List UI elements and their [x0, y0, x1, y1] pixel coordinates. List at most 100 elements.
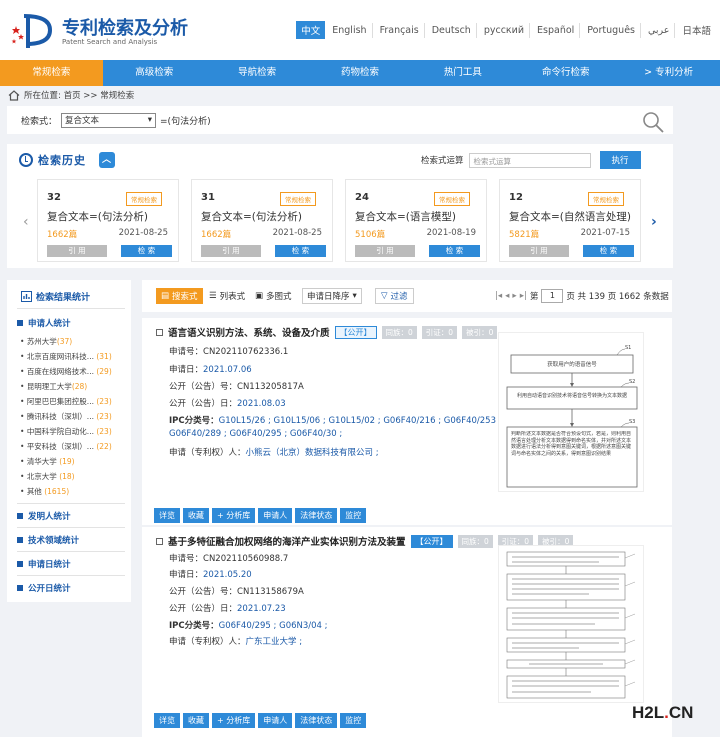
view-search-tab[interactable]: ▤ 搜索式	[156, 288, 203, 304]
history-op-input[interactable]: 检索式运算	[468, 152, 591, 168]
applicant-button[interactable]: 申请人	[258, 713, 293, 728]
app-no-label: 申请号：	[169, 347, 204, 357]
view-list-label: 列表式	[219, 292, 246, 302]
search-mode-select[interactable]: 复合文本 ▾	[61, 112, 157, 128]
search-button[interactable]: 检 索	[275, 245, 326, 257]
result-checkbox[interactable]	[156, 537, 163, 545]
favorite-button[interactable]: 收藏	[183, 508, 209, 523]
chevron-right-icon[interactable]: ›	[651, 214, 657, 230]
breadcrumb: 所在位置: 首页 >> 常规检索	[8, 89, 134, 101]
applicant-value[interactable]: 广东工业大学 ;	[246, 637, 303, 647]
view-list-tab[interactable]: ☰ 列表式	[204, 288, 250, 304]
search-button[interactable]: 检 索	[583, 245, 634, 257]
result-title[interactable]: 基于多特征融合加权网络的海洋产业实体识别方法及装置	[168, 534, 406, 548]
pub-date-value[interactable]: 2021.07.23	[237, 604, 286, 614]
inventor-stats-toggle[interactable]: 发明人统计	[17, 510, 71, 522]
applicant-item[interactable]: • 苏州大学(37)	[20, 336, 72, 347]
applicant-value[interactable]: 小熊云（北京）数据科技有限公司 ;	[246, 448, 379, 458]
applicant-item[interactable]: • 平安科技（深圳）... (22)	[20, 441, 112, 452]
nav-advanced-search[interactable]: 高级检索	[103, 60, 206, 86]
search-button[interactable]: 检 索	[121, 245, 172, 257]
applicant-count: (1615)	[44, 487, 70, 496]
execute-button[interactable]: 执行	[599, 151, 641, 169]
view-image-tab[interactable]: ▣ 多图式	[250, 288, 297, 304]
monitor-button[interactable]: 监控	[340, 713, 367, 728]
sort-select[interactable]: 申请日降序 ▾	[302, 288, 362, 304]
search-icon[interactable]	[641, 110, 665, 134]
app-date-value[interactable]: 2021.07.06	[203, 365, 252, 375]
site-brand[interactable]: 专利检索及分析	[62, 14, 188, 40]
legal-status-button[interactable]: 法律状态	[295, 713, 338, 728]
pub-date-value[interactable]: 2021.08.03	[237, 399, 286, 409]
ipc-value[interactable]: G10L15/26 ; G10L15/06 ; G10L15/02 ; G06F…	[219, 416, 502, 426]
detail-button[interactable]: 详览	[154, 508, 180, 523]
lang-portuguese[interactable]: Português	[582, 22, 641, 38]
lang-chinese[interactable]: 中文	[296, 21, 326, 39]
cite-button[interactable]: 引 用	[355, 245, 415, 257]
patent-figure[interactable]	[498, 545, 644, 703]
applicant-item[interactable]: • 北京大学 (18)	[20, 471, 75, 482]
pub-date-stats-toggle[interactable]: 公开日统计	[17, 582, 71, 594]
nav-patent-analysis[interactable]: > 专利分析	[617, 60, 720, 86]
cite-button[interactable]: 引 用	[47, 245, 107, 257]
applicant-item[interactable]: • 北京百度网讯科技... (31)	[20, 351, 112, 362]
add-analysis-button[interactable]: + 分析库	[212, 713, 256, 728]
applicant-count: (23)	[96, 412, 112, 421]
page-input[interactable]: 1	[541, 289, 564, 303]
history-tag: 常规检索	[434, 192, 470, 206]
chevron-left-icon[interactable]: ‹	[23, 214, 29, 230]
applicant-item[interactable]: • 腾讯科技（深圳）... (23)	[20, 411, 112, 422]
app-date-stats-toggle[interactable]: 申请日统计	[17, 558, 71, 570]
nav-drug-search[interactable]: 药物检索	[309, 60, 412, 86]
applicant-button[interactable]: 申请人	[258, 508, 293, 523]
search-button[interactable]: 检 索	[429, 245, 480, 257]
lang-english[interactable]: English	[327, 22, 373, 38]
applicant-item[interactable]: • 清华大学 (19)	[20, 456, 75, 467]
result-checkbox[interactable]	[156, 328, 163, 336]
monitor-button[interactable]: 监控	[340, 508, 367, 523]
lang-russian[interactable]: русский	[479, 22, 531, 38]
lang-german[interactable]: Deutsch	[427, 22, 477, 38]
result-title[interactable]: 语言语义识别方法、系统、设备及介质	[168, 325, 330, 339]
ipc-value[interactable]: G06F40/295 ; G06N3/04 ;	[219, 621, 328, 631]
ipc-value[interactable]: G06F40/289 ; G06F40/295 ; G06F40/30 ;	[169, 429, 342, 439]
cite-button[interactable]: 引 用	[509, 245, 569, 257]
applicant-item[interactable]: • 昆明理工大学(28)	[20, 381, 87, 392]
lang-arabic[interactable]: عربي	[643, 22, 676, 38]
applicant-item[interactable]: • 百度在线网络技术... (29)	[20, 366, 112, 377]
search-query-hint[interactable]: =(句法分析)	[160, 114, 211, 127]
applicant-count: (22)	[96, 442, 112, 451]
last-page-icon[interactable]: ▸|	[520, 291, 527, 301]
applicant-item[interactable]: • 其他 (1615)	[20, 486, 69, 497]
lang-spanish[interactable]: Español	[532, 22, 581, 38]
cite-button[interactable]: 引 用	[201, 245, 261, 257]
nav-regular-search[interactable]: 常规检索	[0, 60, 103, 86]
next-page-icon[interactable]: ▸	[512, 291, 516, 301]
applicant-item[interactable]: • 阿里巴巴集团控股... (23)	[20, 396, 112, 407]
applicant-stats-toggle[interactable]: 申请人统计	[17, 317, 71, 329]
search-history-panel: 检索历史 ︿ 检索式运算 检索式运算 执行 ‹ › 32 常规检索 复合文本=(…	[7, 144, 673, 268]
lang-french[interactable]: Français	[375, 22, 425, 38]
ipc-row-2: G06F40/289 ; G06F40/295 ; G06F40/30 ;	[169, 429, 342, 439]
prev-page-icon[interactable]: ◂	[505, 291, 509, 301]
nav-hot-tools[interactable]: 热门工具	[411, 60, 514, 86]
result-actions: 详览 收藏 + 分析库 申请人 法律状态 监控	[154, 508, 367, 523]
home-icon[interactable]	[8, 89, 20, 101]
page-info: 页 共 139 页 1662 条数据	[566, 292, 669, 302]
nav-command-search[interactable]: 命令行检索	[514, 60, 617, 86]
detail-button[interactable]: 详览	[154, 713, 180, 728]
legal-status-button[interactable]: 法律状态	[295, 508, 338, 523]
first-page-icon[interactable]: |◂	[495, 291, 502, 301]
lang-japanese[interactable]: 日本語	[677, 21, 716, 39]
favorite-button[interactable]: 收藏	[183, 713, 209, 728]
collapse-icon[interactable]: ︿	[99, 152, 115, 168]
app-date-value[interactable]: 2021.05.20	[203, 570, 252, 580]
tech-field-stats-toggle[interactable]: 技术领域统计	[17, 534, 79, 546]
history-date: 2021-08-25	[272, 228, 322, 238]
nav-navigation-search[interactable]: 导航检索	[206, 60, 309, 86]
filter-button[interactable]: ▽ 过滤	[375, 288, 414, 304]
patent-figure[interactable]: 获取用户的语音信号 利用自动语音识别技术将语音信号转换为文本数据 判断所述文本数…	[498, 332, 644, 492]
add-analysis-button[interactable]: + 分析库	[212, 508, 256, 523]
applicant-item[interactable]: • 中国科学院自动化... (23)	[20, 426, 112, 437]
logo-icon[interactable]	[10, 12, 54, 50]
